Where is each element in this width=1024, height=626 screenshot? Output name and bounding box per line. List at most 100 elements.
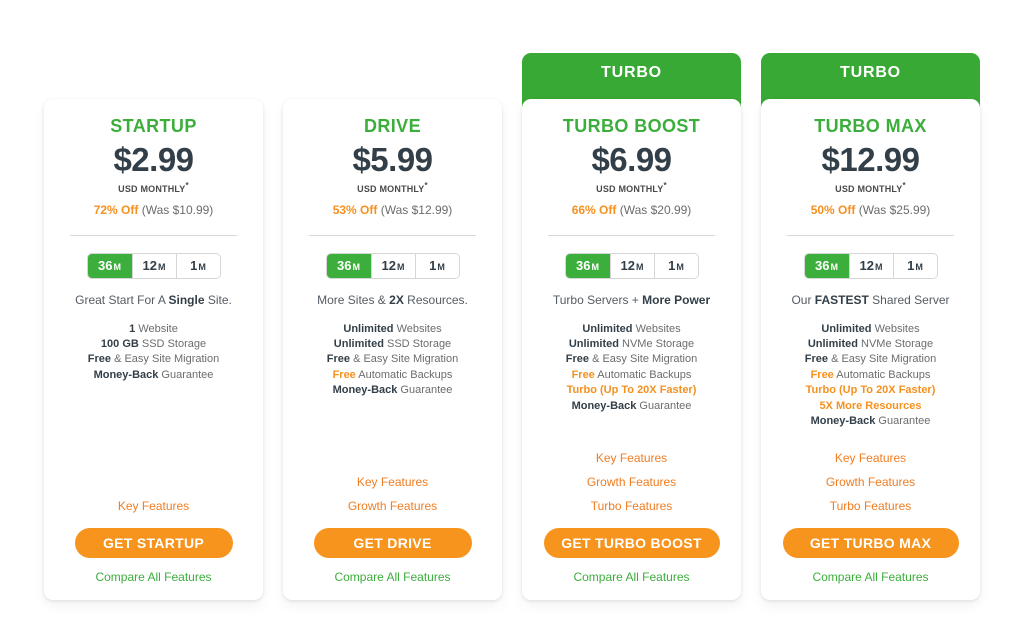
plan-discount: 66% Off (Was $20.99) [536, 203, 727, 217]
term-selector: 36 M 12 M 1 M [775, 252, 966, 279]
plan-tagline-emphasis: Single [168, 292, 205, 307]
plan-discount-percent: 72% Off [93, 202, 139, 217]
term-option-1m[interactable]: 1M [175, 253, 220, 278]
term-option-12m[interactable]: 12 M [609, 253, 654, 278]
term-selector-group: 36 M 12 M 1 M [803, 252, 938, 279]
plan-cta-button[interactable]: GET TURBO MAX [782, 528, 959, 558]
plan-feature-item: Turbo (Up To 20X Faster) [775, 383, 966, 398]
plan-cta-button[interactable]: GET DRIVE [313, 528, 472, 558]
pricing-card-turbo-boost: TURBO TURBO BOOST $6.99 USD MONTHLY* 66% Off… [522, 53, 741, 600]
plan-discount-percent: 50% Off [810, 202, 856, 217]
plan-billing-period: USD MONTHLY* [297, 181, 488, 194]
term-option-12m[interactable]: 12 M [848, 253, 893, 278]
term-option-unit: M [635, 261, 644, 272]
term-option-value: 1 [907, 257, 915, 273]
feature-link-key-features[interactable]: Key Features [58, 494, 249, 518]
plan-feature-item: Unlimited SSD Storage [297, 337, 488, 352]
plan-feature-list: Unlimited Websites Unlimited NVMe Storage… [775, 322, 966, 430]
plan-feature-text: & Easy Site Migration [589, 353, 698, 366]
term-option-36m[interactable]: 36 M [565, 253, 610, 278]
term-option-12m[interactable]: 12 M [131, 253, 176, 278]
term-option-unit: M [352, 261, 360, 272]
plan-name: STARTUP [110, 116, 197, 136]
term-option-36m[interactable]: 36 M [326, 253, 371, 278]
feature-link-growth-features[interactable]: Growth Features [775, 470, 966, 494]
term-option-12m[interactable]: 12 M [370, 253, 415, 278]
plan-feature-emphasis: Unlimited [568, 338, 619, 350]
term-option-value: 12 [859, 257, 874, 273]
plan-tagline: More Sites & 2X Resources. [297, 293, 488, 307]
term-option-1m[interactable]: 1M [414, 253, 459, 278]
feature-link-key-features[interactable]: Key Features [775, 446, 966, 470]
term-option-1m[interactable]: 1M [653, 253, 698, 278]
term-option-value: 1 [190, 257, 198, 273]
plan-tagline-emphasis: FASTEST [814, 292, 869, 307]
plan-tagline: Turbo Servers + More Power [536, 293, 727, 307]
plan-feature-text: Websites [393, 322, 442, 335]
term-selector-group: 36 M 12 M 1 M [86, 252, 221, 279]
plan-price: $12.99 [821, 141, 920, 178]
plan-cta-button[interactable]: GET STARTUP [74, 528, 233, 558]
plan-discount-percent: 53% Off [332, 202, 378, 217]
plan-original-price: (Was $25.99) [858, 202, 931, 217]
term-selector-group: 36 M 12 M 1 M [564, 252, 699, 279]
plan-card: STARTUP $2.99 USD MONTHLY* 72% Off (Was $10… [44, 99, 263, 600]
plan-feature-text: Guarantee [636, 399, 692, 412]
plan-billing-period: USD MONTHLY* [58, 181, 249, 194]
term-option-36m[interactable]: 36 M [804, 253, 849, 278]
plan-cta-button[interactable]: GET TURBO BOOST [543, 528, 720, 558]
plan-feature-emphasis: Unlimited [821, 322, 872, 335]
plan-feature-item: Free Automatic Backups [297, 368, 488, 383]
plan-feature-item: Money-Back Guarantee [536, 399, 727, 414]
divider [70, 234, 237, 236]
plan-feature-emphasis: Free [332, 368, 356, 381]
feature-link-growth-features[interactable]: Growth Features [536, 470, 727, 494]
plan-discount: 50% Off (Was $25.99) [775, 203, 966, 217]
plan-feature-text: Websites [632, 322, 681, 335]
plan-feature-item: Unlimited Websites [775, 322, 966, 337]
term-option-unit: M [830, 261, 838, 272]
plan-feature-emphasis: Free [804, 353, 829, 366]
feature-link-turbo-features[interactable]: Turbo Features [536, 494, 727, 518]
term-option-value: 12 [142, 257, 157, 273]
plan-feature-links: Key Features Growth Features Turbo Feature… [775, 446, 966, 518]
compare-all-features-link[interactable]: Compare All Features [297, 570, 488, 584]
plan-feature-text: Turbo (Up To 20X Faster) [566, 384, 697, 397]
footnote-asterisk: * [663, 180, 667, 190]
plan-billing-period-text: USD MONTHLY [357, 183, 425, 194]
plan-discount: 72% Off (Was $10.99) [58, 203, 249, 217]
compare-all-features-link[interactable]: Compare All Features [536, 570, 727, 584]
feature-link-key-features[interactable]: Key Features [536, 446, 727, 470]
term-option-unit: M [437, 261, 445, 272]
compare-all-features-link[interactable]: Compare All Features [775, 570, 966, 584]
pricing-table: STARTUP $2.99 USD MONTHLY* 72% Off (Was $10… [0, 0, 1024, 626]
plan-feature-item: Free & Easy Site Migration [775, 352, 966, 367]
term-option-36m[interactable]: 36 M [87, 253, 132, 278]
plan-feature-links: Key Features Growth Features Turbo Feature… [536, 446, 727, 518]
footnote-asterisk: * [424, 180, 428, 190]
plan-name: TURBO BOOST [562, 116, 701, 136]
plan-feature-emphasis: Unlimited [333, 338, 384, 350]
plan-card: TURBO MAX $12.99 USD MONTHLY* 50% Off (Was … [761, 99, 980, 600]
plan-billing-period-text: USD MONTHLY [118, 183, 186, 194]
plan-name: TURBO MAX [814, 116, 927, 136]
plan-card: DRIVE $5.99 USD MONTHLY* 53% Off (Was $12.9… [283, 99, 502, 600]
plan-feature-emphasis: 100 GB [100, 338, 139, 350]
plan-original-price: (Was $10.99) [141, 202, 214, 217]
compare-all-features-link[interactable]: Compare All Features [58, 570, 249, 584]
plan-feature-text: Automatic Backups [355, 368, 453, 381]
term-option-value: 36 [337, 257, 352, 273]
feature-link-key-features[interactable]: Key Features [297, 470, 488, 494]
term-option-value: 36 [815, 257, 830, 273]
plan-feature-list: Unlimited Websites Unlimited NVMe Storage… [536, 322, 727, 414]
plan-feature-item: Free Automatic Backups [775, 368, 966, 383]
term-option-value: 1 [429, 257, 437, 273]
feature-link-growth-features[interactable]: Growth Features [297, 494, 488, 518]
term-option-unit: M [198, 261, 206, 272]
term-option-1m[interactable]: 1M [892, 253, 937, 278]
feature-link-turbo-features[interactable]: Turbo Features [775, 494, 966, 518]
term-option-value: 36 [576, 257, 591, 273]
term-option-unit: M [113, 261, 121, 272]
